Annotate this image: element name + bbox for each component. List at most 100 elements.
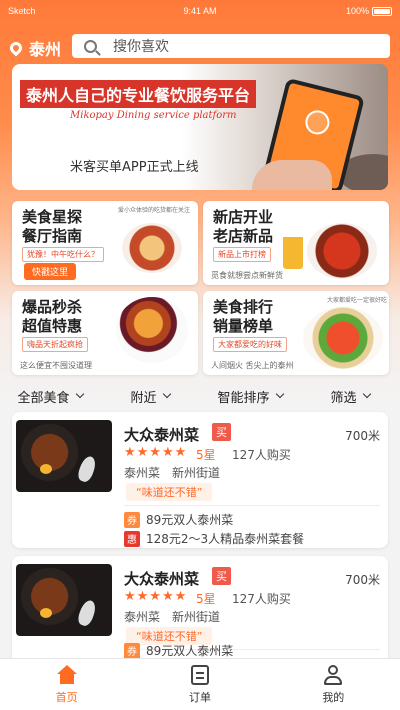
hotpot-image <box>303 307 383 369</box>
card-title-line2: 销量榜单 <box>213 317 274 335</box>
sold-count: 127人购买 <box>232 448 291 462</box>
crayfish-image <box>307 223 377 279</box>
city-label: 泰州 <box>29 40 62 59</box>
user-icon <box>322 665 344 685</box>
bottom-tab-bar: 首页 订单 我的 <box>0 658 400 710</box>
sold-count: 127人购买 <box>232 592 291 606</box>
deal-text: 128元2～3人精品泰州菜套餐 <box>146 532 305 546</box>
battery-percent: 100% <box>345 6 369 16</box>
chevron-down-icon <box>275 389 284 399</box>
buy-badge: 买 <box>212 423 231 441</box>
star-rating: ★★★★★ <box>124 589 188 604</box>
order-icon <box>190 665 209 685</box>
buy-badge: 买 <box>212 567 231 585</box>
filter-bar: 全部美食 附近 智能排序 筛选 <box>0 384 400 408</box>
rating-label: 5星 <box>196 592 216 606</box>
banner-title: 泰州人自己的专业餐饮服务平台 <box>20 80 257 108</box>
filter-sort[interactable]: 智能排序 <box>200 384 300 408</box>
search-placeholder: 搜你喜欢 <box>113 39 169 55</box>
promo-banner[interactable]: 泰州人自己的专业餐饮服务平台 Mikopay Dining service pl… <box>12 64 388 190</box>
filter-label: 附近 <box>130 390 157 406</box>
card-food-explorer[interactable]: 美食星探 餐厅指南 爱小众体验的吃货都在关注 犹豫！中午吃什么？ 快戳这里 <box>12 201 198 285</box>
coupon-icon: 券 <box>124 511 140 528</box>
status-bar: Sketch 9:41 AM 100% <box>0 0 400 22</box>
card-note: 大家都爱吃一定很好吃 <box>327 297 388 304</box>
street-label: 新州街道 <box>172 466 221 480</box>
filter-label: 筛选 <box>330 390 357 406</box>
city-selector[interactable]: 泰州 <box>7 36 62 60</box>
filter-label: 智能排序 <box>217 390 270 406</box>
deal-text: 89元双人泰州菜 <box>146 644 234 658</box>
card-caption: 觅食就想尝点新鲜货 <box>211 271 283 280</box>
card-ranking[interactable]: 美食排行 销量榜单 大家都爱吃一定很好吃 大家都爱吃的好味 人间烟火 舌尖上的泰… <box>203 291 389 375</box>
tab-orders[interactable]: 订单 <box>133 659 266 710</box>
tap-here-button[interactable]: 快戳这里 <box>24 263 77 280</box>
egg-image <box>40 608 52 618</box>
card-title-line2: 超值特惠 <box>22 317 83 335</box>
battery-status: 100% <box>346 6 392 16</box>
card-tag: 新品上市打榜 <box>213 247 271 262</box>
restaurant-name: 大众泰州菜 <box>124 570 200 588</box>
street-label: 新州街道 <box>172 610 221 624</box>
card-tag: 嗨品天折起疯抢 <box>22 337 88 352</box>
card-tag: 犹豫！中午吃什么？ <box>22 247 104 262</box>
card-title-line1: 美食星探 <box>22 208 83 226</box>
card-title-line1: 新店开业 <box>213 208 274 226</box>
filter-nearby[interactable]: 附近 <box>100 384 200 408</box>
location-pin-icon <box>7 39 25 57</box>
card-tag: 大家都爱吃的好味 <box>213 337 287 352</box>
deal-coupon[interactable]: 券 89元双人泰州菜 <box>124 642 233 659</box>
battery-icon <box>372 6 392 16</box>
card-title-line1: 爆品秒杀 <box>22 298 83 316</box>
coupon-icon: 券 <box>124 642 140 659</box>
chevron-down-icon <box>162 389 171 399</box>
banner-hand-image <box>252 160 332 190</box>
star-rating: ★★★★★ <box>124 445 188 460</box>
restaurant-thumbnail <box>16 564 112 636</box>
card-title-line1: 美食排行 <box>213 298 274 316</box>
restaurant-list-item[interactable]: 大众泰州菜 买 700米 ★★★★★ 5星 127人购买 泰州菜 新州街道 “味… <box>12 556 388 666</box>
tab-label: 首页 <box>55 691 78 704</box>
chevron-down-icon <box>362 389 371 399</box>
card-caption: 人间烟火 舌尖上的泰州 <box>211 361 294 370</box>
review-quote: “味道还不错” <box>126 483 213 501</box>
discount-icon: 惠 <box>124 530 140 547</box>
dessert-image <box>116 297 188 363</box>
search-icon <box>84 39 97 53</box>
card-caption: 这么便宜不囤没道理 <box>20 361 92 370</box>
beer-image <box>283 229 303 269</box>
tab-home[interactable]: 首页 <box>0 659 133 710</box>
card-food-image <box>122 223 182 273</box>
clock-label: 9:41 AM <box>183 6 217 16</box>
banner-subtitle-cn: 米客买单APP正式上线 <box>70 160 199 175</box>
card-note: 爱小众体验的吃货都在关注 <box>118 207 191 214</box>
filter-label: 全部美食 <box>17 390 70 406</box>
card-flash-sale[interactable]: 爆品秒杀 超值特惠 嗨品天折起疯抢 这么便宜不囤没道理 <box>12 291 198 375</box>
deal-discount[interactable]: 惠 128元2～3人精品泰州菜套餐 <box>124 530 304 547</box>
tab-label: 订单 <box>188 691 211 704</box>
chevron-down-icon <box>75 389 84 399</box>
distance-label: 700米 <box>345 429 380 443</box>
card-title-line2: 餐厅指南 <box>22 227 83 245</box>
deal-coupon[interactable]: 券 89元双人泰州菜 <box>124 511 233 528</box>
card-new-stores[interactable]: 新店开业 老店新品 新品上市打榜 觅食就想尝点新鲜货 <box>203 201 389 285</box>
restaurant-name: 大众泰州菜 <box>124 426 200 444</box>
distance-label: 700米 <box>345 573 380 587</box>
filter-screen[interactable]: 筛选 <box>300 384 400 408</box>
tab-mine[interactable]: 我的 <box>267 659 400 710</box>
cuisine-label: 泰州菜 <box>124 466 161 480</box>
spoon-image <box>75 454 99 484</box>
deal-text: 89元双人泰州菜 <box>146 513 234 527</box>
divider <box>124 505 380 506</box>
tab-label: 我的 <box>322 691 345 704</box>
card-title-line2: 老店新品 <box>213 227 274 245</box>
search-input[interactable]: 搜你喜欢 <box>72 34 390 58</box>
restaurant-list-item[interactable]: 大众泰州菜 买 700米 ★★★★★ 5星 127人购买 泰州菜 新州街道 “味… <box>12 412 388 548</box>
home-icon <box>56 665 78 685</box>
spoon-image <box>75 598 99 628</box>
egg-image <box>40 464 52 474</box>
filter-all-food[interactable]: 全部美食 <box>0 384 100 408</box>
cuisine-label: 泰州菜 <box>124 610 161 624</box>
restaurant-thumbnail <box>16 420 112 492</box>
rating-label: 5星 <box>196 448 216 462</box>
